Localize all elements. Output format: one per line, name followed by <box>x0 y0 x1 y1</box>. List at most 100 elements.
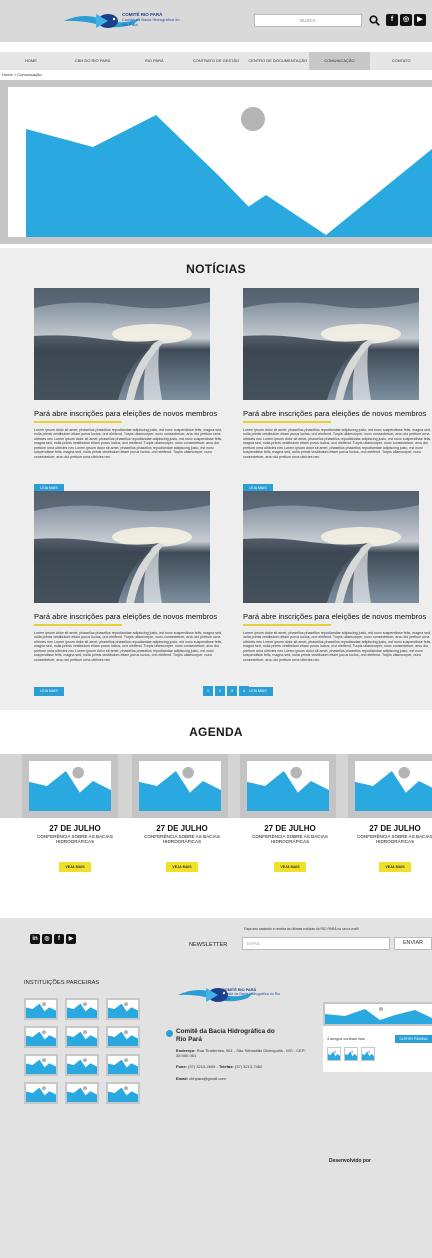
fb-like-button[interactable]: CURTIR PÁGINA <box>395 1035 432 1043</box>
partner-logo[interactable] <box>65 1054 99 1076</box>
image-placeholder-icon <box>345 1050 357 1060</box>
agenda-card[interactable] <box>132 754 228 818</box>
agenda-card[interactable] <box>348 754 432 818</box>
newsletter-note: Faça seu cadastro e receba as últimas no… <box>244 927 359 931</box>
page-button-3[interactable]: 3 <box>227 686 237 696</box>
address-value: Rua Tiradentes, 961 - São Sebastião Divi… <box>176 1048 306 1058</box>
news-title[interactable]: Pará abre inscrições para eleições de no… <box>243 612 432 621</box>
facebook-icon[interactable]: f <box>386 14 398 26</box>
partner-logo[interactable] <box>106 1082 140 1104</box>
nav-item-2[interactable]: RIO PARÁ <box>123 52 185 70</box>
image-placeholder-icon <box>26 107 432 237</box>
facebook-page-widget: 4 amigos curtiram isso CURTIR PÁGINA <box>323 1002 432 1072</box>
nav-item-1[interactable]: CBH DO RIO PARÁ <box>62 52 124 70</box>
agenda-subtitle: CONFERÊNCIA SOBRE AS BACIAS HIDROGRÁFICA… <box>252 834 328 844</box>
fb-likes-text: 4 amigos curtiram isso <box>327 1037 365 1041</box>
partner-logo[interactable] <box>106 998 140 1020</box>
search-icon[interactable] <box>369 15 380 26</box>
image-placeholder-icon <box>139 766 221 811</box>
noticias-title: NOTÍCIAS <box>186 262 246 276</box>
site-footer: INSTITUIÇÕES PARCEIRAS COMITÊ RIO PARÁ C… <box>0 962 432 1258</box>
image-placeholder-icon <box>67 1058 97 1074</box>
title-underline <box>34 624 122 626</box>
instagram-icon[interactable]: ◎ <box>400 14 412 26</box>
nav-item-4[interactable]: CENTRO DE DOCUMENTAÇÃO <box>247 52 309 70</box>
news-excerpt: Lorem ipsum dolor sit amet, phasellus ph… <box>243 630 432 663</box>
news-excerpt: Lorem ipsum dolor sit amet, phasellus ph… <box>34 630 223 663</box>
agenda-subtitle: CONFERÊNCIA SOBRE AS BACIAS HIDROGRÁFICA… <box>357 834 432 844</box>
instagram-icon[interactable]: ◎ <box>42 934 52 944</box>
agenda-card[interactable] <box>22 754 118 818</box>
news-title[interactable]: Pará abre inscrições para eleições de no… <box>34 409 230 418</box>
see-more-button[interactable]: VEJA MAIS <box>59 862 91 872</box>
footer-address: Endereço: Rua Tiradentes, 961 - São Seba… <box>176 1048 306 1058</box>
image-placeholder-icon <box>325 1007 432 1024</box>
hero-image-placeholder <box>8 87 432 237</box>
page-button-2[interactable]: 2 <box>215 686 225 696</box>
facebook-icon[interactable]: f <box>54 934 64 944</box>
newsletter-email-input[interactable]: EMAIL <box>242 937 390 950</box>
fb-friend-avatar[interactable] <box>361 1047 375 1061</box>
fax-label: Telefax: <box>218 1064 234 1069</box>
email-value[interactable]: cbhpara@gmail.com <box>189 1076 226 1081</box>
newsletter-strip: in ◎ f ▶ Faça seu cadastro e receba as ú… <box>0 918 432 962</box>
partner-logo[interactable] <box>65 998 99 1020</box>
agenda-image-placeholder <box>247 761 329 811</box>
page-button-1[interactable]: 1 <box>203 686 213 696</box>
partner-logo[interactable] <box>24 998 58 1020</box>
social-links-bottom: in ◎ f ▶ <box>30 934 76 944</box>
news-photo[interactable] <box>243 491 419 603</box>
footer-phones: Fone: (37) 3213-2699 - Telefax: (37) 321… <box>176 1064 263 1069</box>
agenda-card[interactable] <box>240 754 336 818</box>
partner-logo[interactable] <box>65 1082 99 1104</box>
nav-item-6[interactable]: CONTATO <box>370 52 432 70</box>
agenda-image-frame <box>22 754 118 818</box>
news-card: Pará abre inscrições para eleições de no… <box>34 288 230 493</box>
nav-item-0[interactable]: HOME <box>0 52 62 70</box>
partner-logo[interactable] <box>65 1026 99 1048</box>
title-underline <box>34 421 122 423</box>
agenda-subtitle: CONFERÊNCIA SOBRE AS BACIAS HIDROGRÁFICA… <box>37 834 113 844</box>
fb-cover-placeholder <box>325 1004 432 1024</box>
image-placeholder-icon <box>355 766 432 811</box>
image-placeholder-icon <box>328 1050 340 1060</box>
footer-email: Email: cbhpara@gmail.com <box>176 1076 306 1081</box>
partner-logo[interactable] <box>24 1054 58 1076</box>
partner-logo[interactable] <box>24 1026 58 1048</box>
see-more-button[interactable]: VEJA MAIS <box>274 862 306 872</box>
news-photo[interactable] <box>34 491 210 603</box>
read-more-button[interactable]: LEIA MAIS <box>34 686 64 696</box>
partner-logos <box>24 998 140 1104</box>
nav-item-3[interactable]: CONTRATO DE GESTÃO <box>185 52 247 70</box>
fb-friend-avatar[interactable] <box>327 1047 341 1061</box>
partners-title: INSTITUIÇÕES PARCEIRAS <box>24 980 100 986</box>
search-input[interactable]: BUSCA <box>254 14 362 27</box>
partner-logo[interactable] <box>106 1026 140 1048</box>
phone-label: Fone: <box>176 1064 187 1069</box>
see-more-button[interactable]: VEJA MAIS <box>379 862 411 872</box>
image-placeholder-icon <box>108 1030 138 1046</box>
phone-value: (37) 3213-2699 <box>188 1064 216 1069</box>
fb-friend-avatar[interactable] <box>344 1047 358 1061</box>
see-more-button[interactable]: VEJA MAIS <box>166 862 198 872</box>
partner-logo[interactable] <box>24 1082 58 1104</box>
news-card: Pará abre inscrições para eleições de no… <box>243 491 432 696</box>
linkedin-icon[interactable]: in <box>30 934 40 944</box>
news-title[interactable]: Pará abre inscrições para eleições de no… <box>243 409 432 418</box>
youtube-icon[interactable]: ▶ <box>414 14 426 26</box>
noticias-section: NOTÍCIAS Pará abre inscrições para eleiç… <box>0 248 432 710</box>
social-links-top: f ◎ ▶ <box>386 14 426 26</box>
newsletter-send-button[interactable]: ENVIAR <box>394 937 432 950</box>
news-photo[interactable] <box>34 288 210 400</box>
partner-logo[interactable] <box>106 1054 140 1076</box>
hero-banner <box>0 80 432 244</box>
nav-item-5[interactable]: COMUNICAÇÃO <box>308 52 371 70</box>
image-placeholder-icon <box>26 1002 56 1018</box>
news-title[interactable]: Pará abre inscrições para eleições de no… <box>34 612 230 621</box>
agenda-image-placeholder <box>139 761 221 811</box>
page-button-4[interactable]: 4 <box>239 686 249 696</box>
youtube-icon[interactable]: ▶ <box>66 934 76 944</box>
footer-logo-subtitle: Comitê da Bacia Hidrográfica do Rio Pará <box>222 992 281 1001</box>
news-photo[interactable] <box>243 288 419 400</box>
pagination: 1234 <box>203 686 249 696</box>
